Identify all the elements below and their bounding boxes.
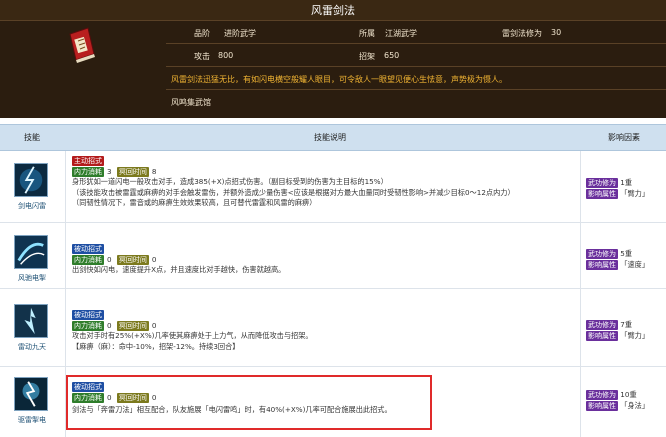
attack-label: 攻击 [194,52,210,61]
skill-description: 风雷剑法迅猛无比，有如闪电横空般耀人眼目，可令敌人一眼望见便心生怯意，声势极为慑… [171,75,507,84]
cultivation-tag: 武功修为 [586,320,618,330]
grade-value: 进阶武学 [224,29,256,38]
faction-label: 所属 [359,29,375,38]
cooldown-tag: 冥回时间 [116,254,149,265]
effect-text: （该技能攻击被雷霆或麻痹的对手会触发雷伤，并额外造成少量伤害<应该是根据对方最大… [72,187,515,197]
skill-name: 剑电闪雷 [18,202,46,210]
parry-value: 650 [384,51,400,60]
cooldown-value: 0 [151,320,157,330]
skill-name: 雷动九天 [18,343,46,351]
cultivation-level: 10重 [620,390,637,399]
cultivation-level: 5重 [620,249,633,258]
attack-value: 800 [218,51,234,60]
cooldown-tag: 冥回时间 [116,166,149,177]
influence-cell: 武功修为 10重 影响属性 「身法」 [586,389,649,411]
column-influence: 影响因素 [608,133,640,142]
attribute-tag: 影响属性 [586,401,618,411]
skill-name: 驱雷掣电 [18,416,46,424]
skill-detail: 被动招式 内力消耗 0 冥回时间 0 出剑快如闪电，速度提升X点，并且速度比对手越快… [72,244,285,276]
skill-book-icon [69,27,95,63]
cultivation-value: 30 [551,28,562,37]
skill-type-tag: 主动招式 [72,156,104,166]
attribute-value: 「臂力」 [620,189,650,198]
page-title: 风雷剑法 [0,0,666,21]
effect-text: 出剑快如闪电，速度提升X点，并且速度比对手越快，伤害就越高。 [72,265,286,274]
attribute-value: 「臂力」 [620,331,650,340]
column-description: 技能说明 [314,133,346,142]
neili-cost-value: 0 [107,254,112,264]
cultivation-tag: 武功修为 [586,390,618,400]
neili-cost-tag: 内力消耗 [72,320,104,331]
column-divider [580,151,581,437]
wind-lightning-skill-icon[interactable] [14,235,48,269]
attribute-value: 「速度」 [620,260,650,269]
divider [166,66,666,67]
lightning-skill-icon[interactable] [14,163,48,197]
cooldown-value: 8 [151,166,157,176]
attribute-tag: 影响属性 [586,189,618,199]
effect-text: 【麻痹（麻）：命中-10%，招架-12%。持续3回合】 [72,341,240,351]
skill-name: 风驰电掣 [18,274,46,282]
cooldown-tag: 冥回时间 [116,320,149,331]
cultivation-tag: 武功修为 [586,178,618,188]
cultivation-level: 7重 [620,320,633,329]
skill-detail: 主动招式 内力消耗 3 冥回时间 8 身形犹如一道闪电一般攻击对手，造成385(+X… [72,156,515,209]
grade-label: 品阶 [194,29,210,38]
neili-cost-tag: 内力消耗 [72,254,104,265]
skill-header-panel: 风雷剑法 品阶 进阶武学 所属 江湖武学 雷剑法修为 30 攻击 800 招架 … [0,0,666,118]
influence-cell: 武功修为 1重 影响属性 「臂力」 [586,177,649,199]
skill-detail: 被动招式 内力消耗 0 冥回时间 0 攻击对手时有25%(+X%)几率使其麻痹处于上… [72,310,313,352]
thunder-skill-icon[interactable] [14,304,48,338]
parry-label: 招架 [359,52,375,61]
lightning-drive-skill-icon[interactable] [14,377,48,411]
attribute-tag: 影响属性 [586,331,618,341]
effect-text: 攻击对手时有25%(+X%)几率使其麻痹处于上力气，从而降低攻击与招架。 [72,331,313,340]
highlight-box [66,375,432,430]
neili-cost-value: 3 [107,166,112,176]
cultivation-label: 雷剑法修为 [502,29,542,38]
table-header: 技能 技能说明 影响因素 [0,124,666,151]
column-skill: 技能 [24,133,40,142]
divider [166,43,666,44]
cooldown-value: 0 [151,254,157,264]
effect-text: （同韧性情况下，雷音或的麻痹生效效果较高，且可替代雷霆和风雷的麻痹） [72,198,317,207]
skill-type-tag: 被动招式 [72,310,104,320]
influence-cell: 武功修为 7重 影响属性 「臂力」 [586,319,649,341]
faction-value: 江湖武学 [385,29,417,38]
influence-cell: 武功修为 5重 影响属性 「速度」 [586,248,649,270]
effect-text: 身形犹如一道闪电一般攻击对手，造成385(+X)点招式伤害。（副目标受到的伤害为… [72,177,388,186]
neili-cost-tag: 内力消耗 [72,166,104,177]
skill-source: 风鸣集武馆 [171,98,211,107]
skill-type-tag: 被动招式 [72,244,104,254]
cultivation-tag: 武功修为 [586,249,618,259]
attribute-tag: 影响属性 [586,260,618,270]
divider [166,89,666,90]
neili-cost-value: 0 [107,320,112,330]
attribute-value: 「身法」 [620,401,650,410]
cultivation-level: 1重 [620,178,633,187]
